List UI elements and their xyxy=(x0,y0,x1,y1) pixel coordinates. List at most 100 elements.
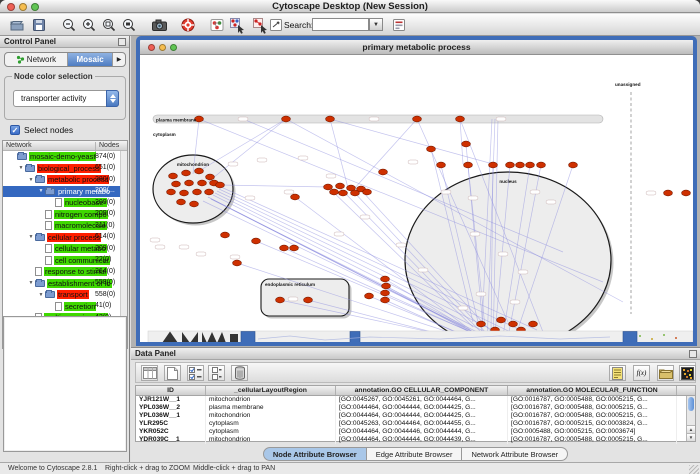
expand-arrow-icon[interactable]: ▼ xyxy=(17,165,25,171)
graph-node[interactable] xyxy=(477,321,486,327)
tab-network[interactable]: Network xyxy=(5,53,68,66)
expand-arrow-icon[interactable]: ▼ xyxy=(37,188,45,194)
graph-node[interactable] xyxy=(381,290,390,296)
graph-node[interactable] xyxy=(413,116,422,122)
graph-node[interactable] xyxy=(326,116,335,122)
annotation-icon[interactable] xyxy=(267,16,285,34)
tree-row-macromolecule[interactable]: macromolecule311(0) xyxy=(3,220,127,232)
zoom-out-icon[interactable] xyxy=(60,16,78,34)
tree-row-secretion[interactable]: secretion41(0) xyxy=(3,301,127,313)
open-file-icon[interactable] xyxy=(8,16,26,34)
graph-node[interactable] xyxy=(172,181,181,187)
graph-node[interactable] xyxy=(290,245,299,251)
attribute-checklist-icon[interactable] xyxy=(187,365,204,381)
zoom-fit-icon[interactable] xyxy=(120,16,138,34)
tree-row-cellular-process[interactable]: ▼cellular process614(0) xyxy=(3,232,127,244)
graph-node[interactable] xyxy=(365,293,374,299)
select-nodes-checkbox[interactable]: ✓ Select nodes xyxy=(10,125,73,135)
expand-arrow-icon[interactable]: ▼ xyxy=(27,177,35,183)
tree-row-metabolic-process[interactable]: ▼metabolic process280(0) xyxy=(3,174,127,186)
table-scrollbar-thumb[interactable] xyxy=(688,397,694,411)
more-tabs-arrow-icon[interactable]: ▶ xyxy=(113,53,125,66)
graph-node[interactable] xyxy=(324,184,333,190)
graph-node[interactable] xyxy=(330,189,339,195)
tab-node-attribute-browser[interactable]: Node Attribute Browser xyxy=(263,447,367,461)
table-row-YPL036W__2[interactable]: YPL036W__2plasma membrane[GO:0044464, GO… xyxy=(136,404,695,412)
window-titlebar[interactable]: Cytoscape Desktop (New Session) xyxy=(0,0,700,13)
graph-node[interactable] xyxy=(180,190,189,196)
snapshot-camera-icon[interactable] xyxy=(150,16,168,34)
graph-node[interactable] xyxy=(682,190,691,196)
vizmapper-icon[interactable] xyxy=(208,16,226,34)
graph-node[interactable] xyxy=(291,194,300,200)
network-view-window[interactable]: primary metabolic process plasma membran… xyxy=(136,36,697,346)
table-row-YJR121W__1[interactable]: YJR121W__1mitochondrion[GO:0045267, GO:0… xyxy=(136,396,695,404)
expand-arrow-icon[interactable]: ▼ xyxy=(27,234,35,240)
tree-row-primary-metabo[interactable]: ▼primary metabo209(... xyxy=(3,186,127,198)
tree-row-biological-process[interactable]: ▼biological_process651(0) xyxy=(3,163,127,175)
graph-node[interactable] xyxy=(216,182,225,188)
graph-node[interactable] xyxy=(304,297,313,303)
graph-node[interactable] xyxy=(336,183,345,189)
zoom-selected-icon[interactable] xyxy=(100,16,118,34)
graph-node[interactable] xyxy=(529,321,538,327)
graph-node[interactable] xyxy=(516,162,525,168)
formula-builder-icon[interactable]: f(x) xyxy=(633,365,650,381)
attribute-notes-icon[interactable] xyxy=(609,365,626,381)
table-row-YLR295C[interactable]: YLR295Ccytoplasm[GO:0045263, GO:0044464,… xyxy=(136,420,695,428)
delete-attribute-trash-icon[interactable] xyxy=(231,365,248,381)
graph-node[interactable] xyxy=(427,146,436,152)
scroll-down-icon[interactable]: ▼ xyxy=(687,433,695,441)
graph-node[interactable] xyxy=(282,116,291,122)
graph-node[interactable] xyxy=(537,162,546,168)
column-header-3[interactable]: annotation.GO MOLECULAR_FUNCTION xyxy=(508,386,677,395)
tab-mosaic[interactable]: Mosaic xyxy=(68,53,113,66)
graph-node[interactable] xyxy=(280,245,289,251)
graph-node[interactable] xyxy=(276,297,285,303)
tree-row-nitrogen-compo[interactable]: nitrogen compo209(0) xyxy=(3,209,127,221)
tree-row-transport[interactable]: ▼transport558(0) xyxy=(3,289,127,301)
graph-node[interactable] xyxy=(221,232,230,238)
tree-row-establishment-of-lo[interactable]: ▼establishment of lo558(0) xyxy=(3,278,127,290)
graph-node[interactable] xyxy=(456,116,465,122)
graph-node[interactable] xyxy=(177,199,186,205)
table-row-YKR052C[interactable]: YKR052Ccytoplasm[GO:0044464, GO:0044446,… xyxy=(136,428,695,436)
graph-node[interactable] xyxy=(379,169,388,175)
resize-grip[interactable] xyxy=(689,465,699,474)
graph-node[interactable] xyxy=(506,162,515,168)
table-row-YPL036W__1[interactable]: YPL036W__1mitochondrion[GO:0044464, GO:0… xyxy=(136,412,695,420)
table-row-YDR039C__1[interactable]: YDR039C__1mitochondrion[GO:0044464, GO:0… xyxy=(136,436,695,444)
float-data-panel-icon[interactable] xyxy=(689,350,697,358)
select-attributes-icon[interactable] xyxy=(141,365,158,381)
graph-node[interactable] xyxy=(193,189,202,195)
graph-node[interactable] xyxy=(190,201,199,207)
graph-node[interactable] xyxy=(339,190,348,196)
graph-node[interactable] xyxy=(205,189,214,195)
graph-node[interactable] xyxy=(382,283,391,289)
float-panel-icon[interactable] xyxy=(118,38,126,46)
node-color-combo[interactable]: transporter activity xyxy=(13,90,119,107)
tree-row-mosaic-demo-yeast[interactable]: mosaic-demo-yeast874(0) xyxy=(3,151,127,163)
graph-node[interactable] xyxy=(381,297,390,303)
combo-stepper-icon[interactable] xyxy=(106,90,119,107)
graph-node[interactable] xyxy=(185,180,194,186)
graph-node[interactable] xyxy=(462,141,471,147)
graph-node[interactable] xyxy=(497,317,506,323)
tree-row-response-to-stimul[interactable]: response to stimul264(0) xyxy=(3,266,127,278)
select-nodes-tool-icon[interactable] xyxy=(229,16,247,34)
tree-row-cell-communicat[interactable]: cell communicat22(0) xyxy=(3,255,127,267)
graph-node[interactable] xyxy=(182,170,191,176)
column-header-1[interactable]: _cellularLayoutRegion xyxy=(206,386,336,395)
search-dropdown-button[interactable]: ▼ xyxy=(369,18,383,31)
expand-arrow-icon[interactable]: ▼ xyxy=(37,292,45,298)
birds-eye-view-panel[interactable] xyxy=(3,316,127,452)
column-header-2[interactable]: annotation.GO CELLULAR_COMPONENT xyxy=(336,386,508,395)
tree-row-nucleobase-[interactable]: nucleobase-209(0) xyxy=(3,197,127,209)
matrix-heatmap-icon[interactable] xyxy=(679,365,696,381)
graph-node[interactable] xyxy=(664,190,673,196)
graph-node[interactable] xyxy=(206,174,215,180)
graph-node[interactable] xyxy=(252,238,261,244)
zoom-in-icon[interactable] xyxy=(80,16,98,34)
network-window-titlebar[interactable]: primary metabolic process xyxy=(140,40,693,55)
tab-network-attribute-browser[interactable]: Network Attribute Browser xyxy=(462,447,568,461)
